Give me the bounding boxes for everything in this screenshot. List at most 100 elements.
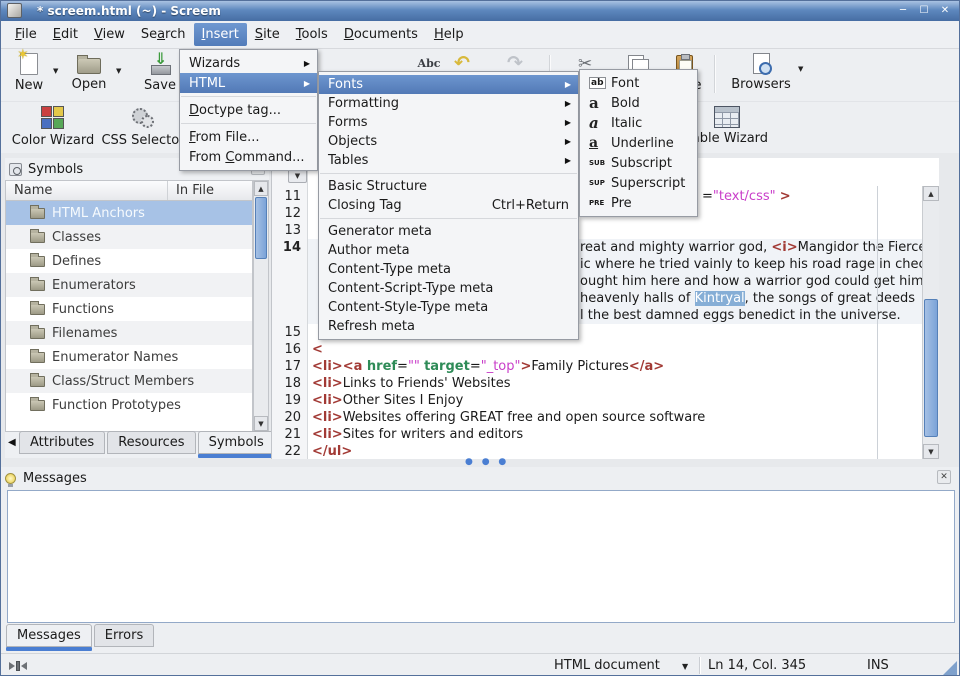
line-number: [272, 273, 308, 290]
menubar: FileEditViewSearchInsertSiteToolsDocumen…: [1, 21, 959, 49]
code-line-text: <li>Websites offering GREAT free and ope…: [308, 409, 922, 426]
resize-grip[interactable]: [943, 661, 957, 675]
tabs-scroll-left-icon[interactable]: ◀: [7, 433, 17, 452]
menu-item-fonts[interactable]: Fonts▶: [319, 75, 578, 94]
symbols-row-classes[interactable]: Classes: [6, 225, 252, 249]
symbols-row-label: Functions: [52, 302, 114, 317]
new-dropdown-icon[interactable]: ▼: [53, 67, 58, 75]
new-button[interactable]: New: [7, 53, 51, 93]
browsers-dropdown-icon[interactable]: ▼: [798, 65, 803, 73]
code-line[interactable]: 21<li>Sites for writers and editors: [272, 426, 922, 443]
menu-shortcut: Ctrl+Return: [492, 198, 569, 213]
menu-item-formatting[interactable]: Formatting▶: [319, 94, 578, 113]
menu-item-content-type-meta[interactable]: Content-Type meta: [319, 260, 578, 279]
open-button[interactable]: Open: [65, 53, 113, 92]
menu-item-italic[interactable]: Italic: [580, 113, 697, 133]
scrollbar-thumb[interactable]: [924, 299, 938, 437]
open-dropdown-icon[interactable]: ▼: [116, 67, 121, 75]
line-number: 22: [272, 443, 308, 459]
menu-item-tables[interactable]: Tables▶: [319, 151, 578, 170]
scroll-down-icon[interactable]: ▼: [254, 416, 268, 431]
column-header-name[interactable]: Name: [6, 181, 168, 200]
symbols-scrollbar[interactable]: ▲ ▼: [253, 180, 269, 432]
symbols-row-html-anchors[interactable]: HTML Anchors: [6, 201, 252, 225]
panel-close-icon[interactable]: ✕: [937, 470, 951, 484]
menu-item-wizards[interactable]: Wizards▶: [180, 53, 317, 73]
pane-splitter[interactable]: ● ● ●: [1, 459, 959, 467]
symbols-row-enumerator-names[interactable]: Enumerator Names: [6, 345, 252, 369]
menu-item-author-meta[interactable]: Author meta: [319, 241, 578, 260]
menubar-item-file[interactable]: File: [7, 23, 45, 46]
symbols-list: HTML AnchorsClassesDefinesEnumerators Fun…: [5, 201, 253, 432]
editor-scrollbar[interactable]: ▲ ▼: [922, 186, 939, 459]
code-line[interactable]: 22</ul>: [272, 443, 922, 459]
menubar-item-documents[interactable]: Documents: [336, 23, 426, 46]
tab-errors[interactable]: Errors: [94, 624, 154, 647]
scrollbar-thumb[interactable]: [255, 197, 267, 259]
symbols-row-label: Enumerator Names: [52, 350, 178, 365]
maximize-icon[interactable]: ☐: [916, 3, 932, 18]
symbols-row-enumerators[interactable]: Enumerators: [6, 273, 252, 297]
menu-item-font[interactable]: Font: [580, 73, 697, 93]
menu-item-basic-structure[interactable]: Basic Structure: [319, 177, 578, 196]
symbols-row-functions[interactable]: Functions: [6, 297, 252, 321]
symbols-row-function-prototypes[interactable]: Function Prototypes: [6, 393, 252, 417]
code-line[interactable]: 18<li>Links to Friends' Websites: [272, 375, 922, 392]
tab-resources[interactable]: Resources: [107, 431, 195, 454]
menu-item-pre[interactable]: Pre: [580, 193, 697, 213]
menu-item-content-script-type-meta[interactable]: Content-Script-Type meta: [319, 279, 578, 298]
menubar-item-tools[interactable]: Tools: [288, 23, 336, 46]
menu-item-from-command[interactable]: From Command...: [180, 147, 317, 167]
css-selector-button[interactable]: CSS Selector: [101, 106, 185, 148]
menu-item-subscript[interactable]: Subscript: [580, 153, 697, 173]
menu-item-html[interactable]: HTML▶: [180, 73, 317, 93]
menu-item-closing-tag[interactable]: Closing TagCtrl+Return: [319, 196, 578, 215]
menubar-item-search[interactable]: Search: [133, 23, 194, 46]
scroll-up-icon[interactable]: ▲: [923, 186, 939, 201]
save-button[interactable]: Save: [137, 53, 183, 93]
line-number: 11: [272, 188, 308, 205]
menu-item-from-file[interactable]: From File...: [180, 127, 317, 147]
line-number: 12: [272, 205, 308, 222]
code-line[interactable]: 17<li><a href="" target="_top">Family Pi…: [272, 358, 922, 375]
tab-symbols[interactable]: Symbols: [198, 431, 275, 454]
symbols-panel: Symbols ✕ Name In File HTML AnchorsClass…: [5, 158, 269, 458]
symbols-panel-title: Symbols: [28, 162, 83, 177]
symbols-row-class-struct-members[interactable]: Class/Struct Members: [6, 369, 252, 393]
menubar-item-view[interactable]: View: [86, 23, 133, 46]
code-line[interactable]: 20<li>Websites offering GREAT free and o…: [272, 409, 922, 426]
minimize-icon[interactable]: ─: [895, 3, 911, 18]
browsers-button[interactable]: Browsers: [729, 53, 793, 92]
menu-item-doctype-tag[interactable]: Doctype tag...: [180, 100, 317, 120]
tab-messages[interactable]: Messages: [6, 624, 92, 647]
menubar-item-help[interactable]: Help: [426, 23, 472, 46]
statusbar-separator: [699, 657, 700, 674]
menu-item-underline[interactable]: Underline: [580, 133, 697, 153]
messages-panel-title: Messages: [23, 471, 87, 486]
code-line[interactable]: 19<li>Other Sites I Enjoy: [272, 392, 922, 409]
menubar-item-site[interactable]: Site: [247, 23, 288, 46]
menu-item-generator-meta[interactable]: Generator meta: [319, 222, 578, 241]
scroll-down-icon[interactable]: ▼: [923, 444, 939, 459]
folder-icon: [30, 256, 45, 267]
menu-item-content-style-type-meta[interactable]: Content-Style-Type meta: [319, 298, 578, 317]
symbols-row-filenames[interactable]: Filenames: [6, 321, 252, 345]
menubar-item-edit[interactable]: Edit: [45, 23, 86, 46]
doctype-dropdown-icon[interactable]: ▼: [682, 662, 688, 671]
browsers-preview-icon: [753, 53, 770, 74]
scroll-up-icon[interactable]: ▲: [254, 181, 268, 196]
symbols-row-defines[interactable]: Defines: [6, 249, 252, 273]
close-icon[interactable]: ✕: [937, 3, 953, 18]
color-wizard-button[interactable]: Color Wizard: [9, 106, 97, 148]
column-header-in-file[interactable]: In File: [168, 181, 222, 200]
sub-icon: [589, 159, 611, 167]
document-type-dropdown[interactable]: HTML document: [554, 658, 660, 673]
code-line[interactable]: 16<: [272, 341, 922, 358]
menu-item-superscript[interactable]: Superscript: [580, 173, 697, 193]
menu-item-refresh-meta[interactable]: Refresh meta: [319, 317, 578, 336]
menu-item-objects[interactable]: Objects▶: [319, 132, 578, 151]
menubar-item-insert[interactable]: Insert: [194, 23, 247, 46]
tab-attributes[interactable]: Attributes: [19, 431, 105, 454]
menu-item-bold[interactable]: Bold: [580, 93, 697, 113]
menu-item-forms[interactable]: Forms▶: [319, 113, 578, 132]
